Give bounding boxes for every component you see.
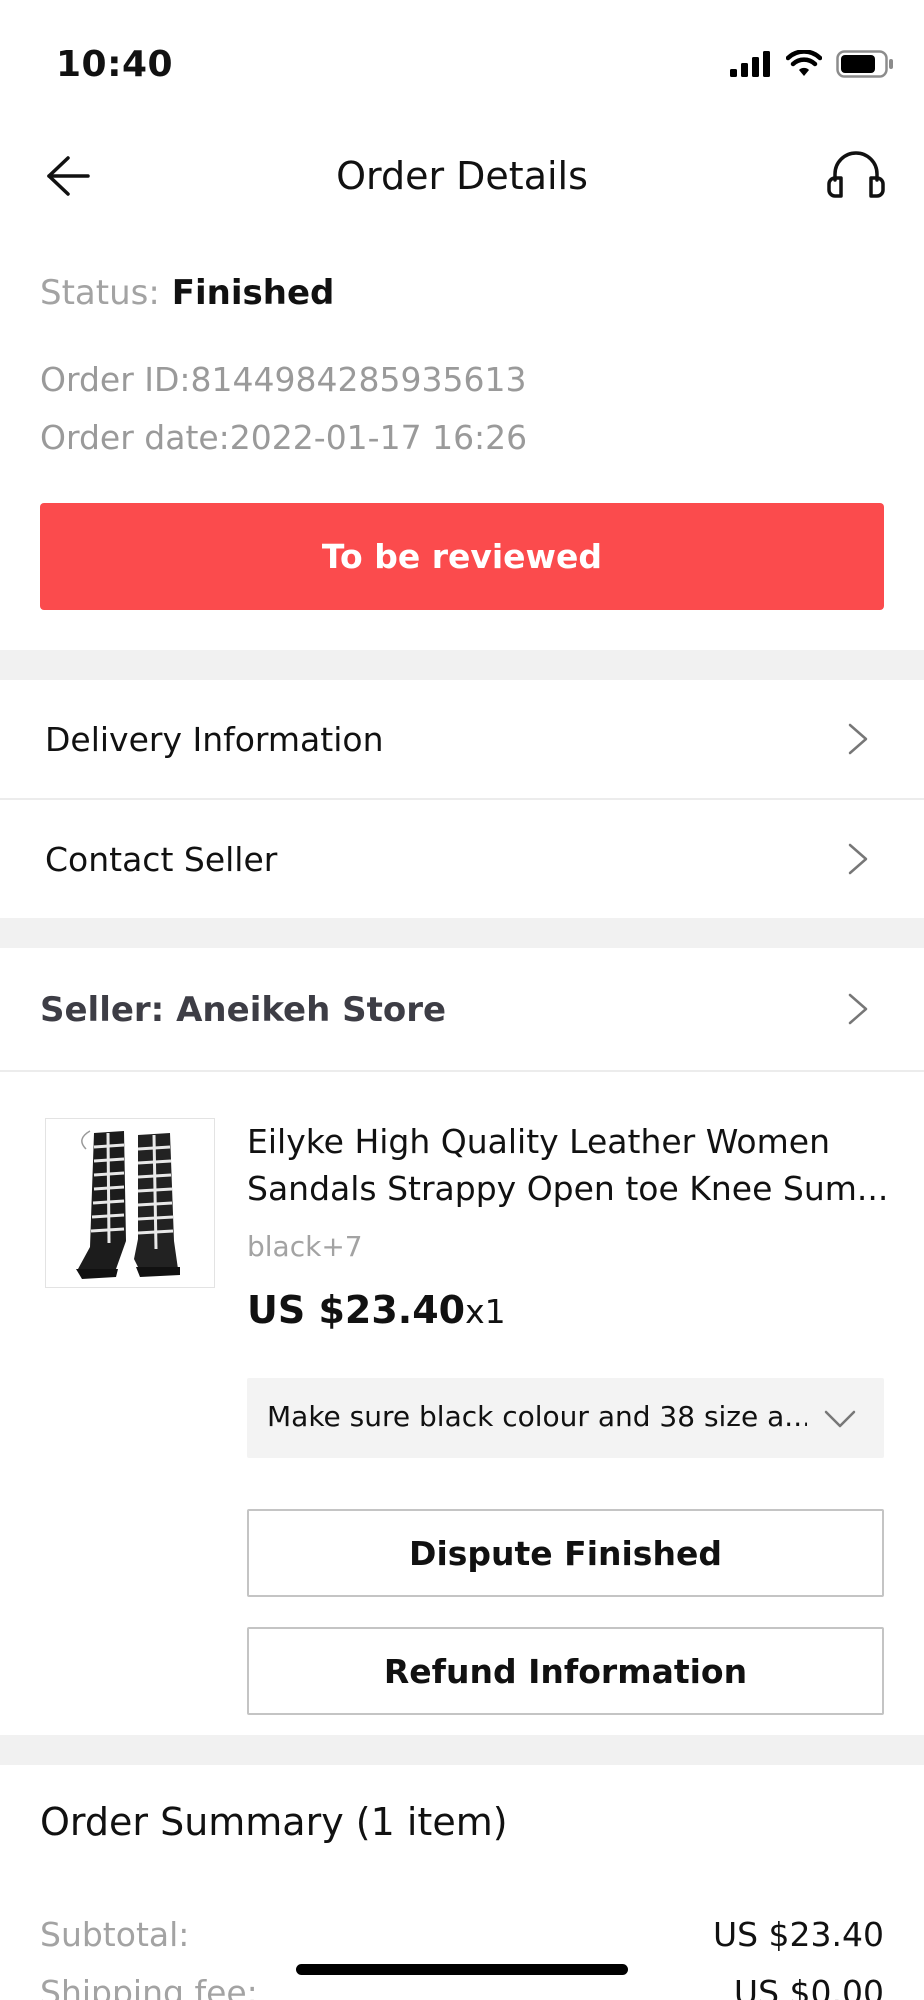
product-variant: black+7 bbox=[247, 1230, 363, 1263]
order-details-screen: 10:40 Order Details Status: Finished Ord… bbox=[0, 0, 924, 2000]
seller-row[interactable]: Seller: Aneikeh Store bbox=[0, 950, 924, 1070]
delivery-information-label: Delivery Information bbox=[45, 720, 384, 759]
refund-information-button[interactable]: Refund Information bbox=[247, 1627, 884, 1715]
divider bbox=[0, 1070, 924, 1072]
order-remark-text: Make sure black colour and 38 size a... bbox=[267, 1400, 807, 1433]
product-quantity: x1 bbox=[465, 1292, 506, 1331]
section-separator bbox=[0, 918, 924, 948]
order-date: Order date:2022-01-17 16:26 bbox=[40, 418, 528, 457]
signal-icon bbox=[730, 51, 772, 81]
customer-service-button[interactable] bbox=[824, 148, 888, 208]
product-title-line: Sandals Strappy Open toe Knee Sum... bbox=[247, 1169, 887, 1208]
delivery-information-row[interactable]: Delivery Information bbox=[0, 680, 924, 798]
chevron-right-icon bbox=[842, 992, 872, 1026]
chevron-right-icon bbox=[842, 722, 872, 756]
status-label: Status: bbox=[40, 273, 160, 313]
section-separator bbox=[0, 1735, 924, 1765]
order-id: Order ID:8144984285935613 bbox=[40, 360, 527, 399]
page-title: Order Details bbox=[336, 154, 588, 198]
home-indicator[interactable] bbox=[296, 1964, 628, 1975]
wifi-icon bbox=[785, 49, 823, 82]
nav-bar: Order Details bbox=[0, 130, 924, 226]
contact-seller-label: Contact Seller bbox=[45, 840, 278, 879]
dispute-finished-button[interactable]: Dispute Finished bbox=[247, 1509, 884, 1597]
status-bar: 10:40 bbox=[0, 0, 924, 120]
status-value: Finished bbox=[171, 273, 335, 313]
contact-seller-row[interactable]: Contact Seller bbox=[0, 800, 924, 918]
product-title[interactable]: Eilyke High Quality Leather Women Sandal… bbox=[247, 1118, 887, 1212]
chevron-down-icon bbox=[822, 1404, 858, 1432]
order-remark[interactable]: Make sure black colour and 38 size a... bbox=[247, 1378, 884, 1458]
status-time: 10:40 bbox=[56, 44, 174, 85]
seller-name: Seller: Aneikeh Store bbox=[40, 990, 447, 1030]
status-icons bbox=[730, 48, 894, 84]
battery-icon bbox=[836, 50, 894, 82]
shipping-fee-label: Shipping fee: bbox=[40, 1973, 258, 2000]
to-be-reviewed-button[interactable]: To be reviewed bbox=[40, 503, 884, 610]
shipping-fee-value: US $0.00 bbox=[733, 1973, 884, 2000]
section-separator bbox=[0, 650, 924, 680]
product-price: US $23.40 bbox=[247, 1288, 466, 1332]
product-title-line: Eilyke High Quality Leather Women bbox=[247, 1122, 830, 1161]
product-image[interactable] bbox=[45, 1118, 215, 1288]
order-status: Status: Finished bbox=[40, 273, 334, 313]
chevron-right-icon bbox=[842, 842, 872, 876]
product-price-row: US $23.40x1 bbox=[247, 1288, 506, 1332]
subtotal-value: US $23.40 bbox=[712, 1915, 884, 1954]
headset-icon bbox=[825, 148, 887, 208]
order-summary-title: Order Summary (1 item) bbox=[40, 1800, 508, 1844]
boots-image bbox=[46, 1119, 214, 1287]
subtotal-label: Subtotal: bbox=[40, 1915, 190, 1954]
